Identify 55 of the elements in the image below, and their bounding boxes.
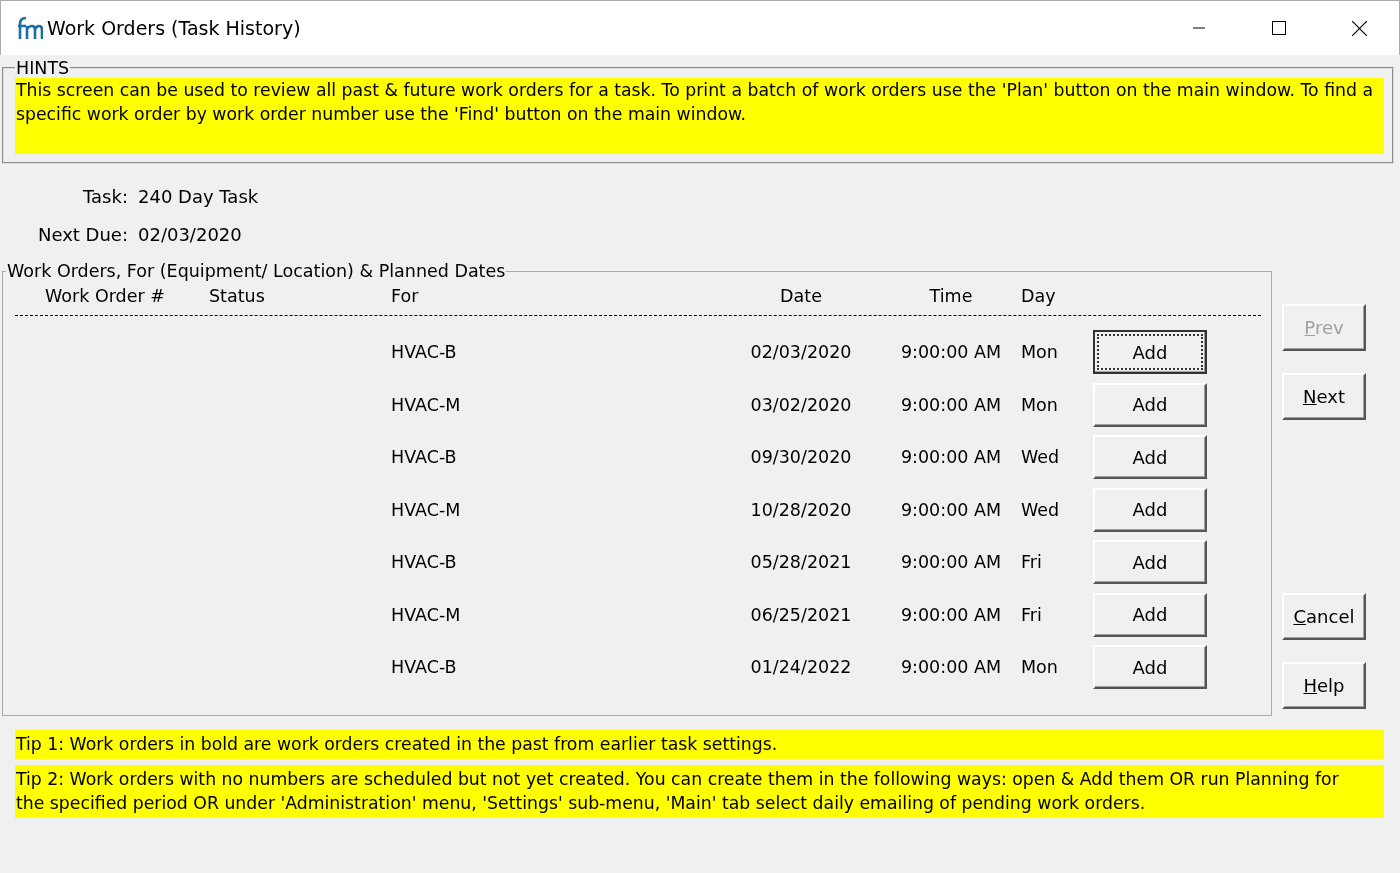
hints-label: HINTS [15,58,71,78]
add-button[interactable]: Add [1093,487,1207,532]
add-button[interactable]: Add [1093,592,1207,637]
table-cell-text: Mon [1021,657,1059,678]
column-header: Time [928,286,974,306]
column-header: Day [1021,286,1057,306]
add-button[interactable]: Add [1093,382,1207,427]
dialog-button[interactable]: Next [1282,373,1366,420]
hints-text: This screen can be used to review all past & future work orders for a task. To print a batch of work orders use the 'Plan' button on the main window. To find a specific work order by work order number use the 'Find' button on the main window. [15,78,1384,154]
group-title: Work Orders, For (Equipment/ Location) & Planned Dates [6,261,507,281]
tip-text: Tip 2: Work orders with no numbers are scheduled but not yet created. You can create them in the following ways: open & Add them OR run Planning for the specified period OR under 'Administration' menu, 'Settings' sub-menu, 'Main' tab select daily emailing of pending work orders. [15,764,1384,818]
table-cell-text: 03/02/2020 [749,394,853,415]
column-header: Date [779,286,823,306]
table-cell-text: HVAC-M [391,499,462,520]
add-button[interactable]: Add [1093,645,1207,690]
table-cell-text: 09/30/2020 [749,447,853,468]
table-cell-text: 06/25/2021 [749,604,853,625]
window-title: Work Orders (Task History) [47,17,301,39]
field-label: Task: [82,186,128,207]
table-cell-text: HVAC-M [391,604,462,625]
table-cell-text: Fri [1021,604,1043,625]
table-cell-text: 01/24/2022 [749,657,853,678]
add-button[interactable]: Add [1093,330,1207,375]
add-button[interactable]: Add [1093,540,1207,585]
table-cell-text: Mon [1021,394,1059,415]
table-cell-text: 9:00:00 AM [899,657,1003,678]
table-cell-text: Wed [1021,447,1061,468]
field-value: 02/03/2020 [138,224,243,245]
table-cell-text: 9:00:00 AM [899,342,1003,363]
table-cell-text: 9:00:00 AM [899,552,1003,573]
table-cell-text: 9:00:00 AM [899,447,1003,468]
table-cell-text: 9:00:00 AM [899,604,1003,625]
table-cell-text: 9:00:00 AM [899,499,1003,520]
add-button[interactable]: Add [1093,435,1207,480]
table-cell-text: HVAC-B [391,552,458,573]
table-cell-text: 05/28/2021 [749,552,853,573]
table-cell-text: HVAC-B [391,657,458,678]
column-header: Status [209,286,266,306]
dialog-button[interactable]: Cancel [1282,593,1366,640]
table-cell-text: HVAC-B [391,342,458,363]
column-header: For [391,286,420,306]
dialog-button[interactable]: Help [1282,662,1366,709]
table-cell-text: HVAC-B [391,447,458,468]
tip-text: Tip 1: Work orders in bold are work orders created in the past from earlier task settings. [15,730,1384,759]
table-cell-text: HVAC-M [391,394,462,415]
table-cell-text: Fri [1021,552,1043,573]
table-cell-text: Wed [1021,499,1061,520]
field-label: Next Due: [36,224,128,245]
table-cell-text: 10/28/2020 [749,499,853,520]
table-cell-text: 9:00:00 AM [899,394,1003,415]
table-cell-text: Mon [1021,342,1059,363]
app-logo-icon [17,15,43,41]
column-header: Work Order # [45,286,166,306]
field-value: 240 Day Task [138,186,260,207]
table-cell-text: 02/03/2020 [749,342,853,363]
